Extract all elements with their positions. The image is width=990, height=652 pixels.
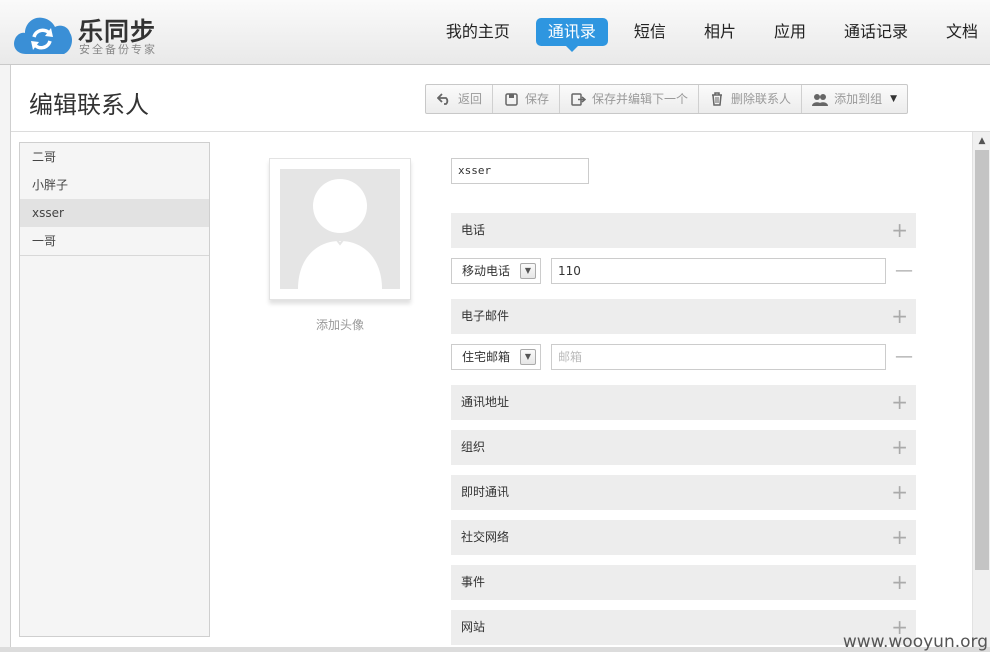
- email-input[interactable]: 邮箱: [551, 344, 886, 370]
- address-section-label: 通讯地址: [461, 395, 510, 409]
- im-section: 即时通讯 +: [451, 475, 916, 510]
- chevron-down-icon: ▼: [520, 349, 536, 365]
- phone-section: 电话 +: [451, 213, 916, 248]
- add-to-group-button[interactable]: 添加到组 ▼: [802, 85, 907, 113]
- chevron-down-icon: ▼: [520, 263, 536, 279]
- phone-input[interactable]: 110: [551, 258, 886, 284]
- delete-contact-button[interactable]: 删除联系人: [699, 85, 803, 113]
- main-nav: 我的主页 通讯录 短信 相片 应用 通话记录 文档: [420, 18, 990, 52]
- nav-apps[interactable]: 应用: [762, 18, 818, 46]
- nav-call-log[interactable]: 通话记录: [832, 18, 920, 46]
- im-section-label: 即时通讯: [461, 485, 510, 499]
- page-title: 编辑联系人: [29, 91, 149, 119]
- add-address-icon[interactable]: +: [891, 385, 908, 420]
- users-icon: [812, 91, 829, 107]
- event-section: 事件 +: [451, 565, 916, 600]
- scrollbar[interactable]: ▲: [972, 132, 990, 647]
- save-next-label: 保存并编辑下一个: [592, 92, 689, 106]
- back-button[interactable]: 返回: [426, 85, 494, 113]
- nav-home[interactable]: 我的主页: [434, 18, 522, 46]
- add-event-icon[interactable]: +: [891, 565, 908, 600]
- nav-photos[interactable]: 相片: [692, 18, 748, 46]
- phone-section-label: 电话: [461, 223, 486, 237]
- default-avatar-icon: [280, 169, 400, 289]
- add-organization-icon[interactable]: +: [891, 430, 908, 465]
- email-section-label: 电子邮件: [461, 309, 510, 323]
- logo[interactable]: 乐同步 安全备份专家: [0, 0, 170, 64]
- title-bar: 编辑联系人 返回 保存 保存并编辑下一个 删除联系人 添加到组 ▼: [11, 65, 990, 132]
- address-section: 通讯地址 +: [451, 385, 916, 420]
- organization-section-label: 组织: [461, 440, 486, 454]
- contact-list: 二哥 小胖子 xsser 一哥: [19, 142, 210, 637]
- nav-documents[interactable]: 文档: [934, 18, 990, 46]
- add-im-icon[interactable]: +: [891, 475, 908, 510]
- back-label: 返回: [458, 92, 483, 106]
- organization-section: 组织 +: [451, 430, 916, 465]
- nav-sms[interactable]: 短信: [622, 18, 678, 46]
- main-panel: 编辑联系人 返回 保存 保存并编辑下一个 删除联系人 添加到组 ▼ 二哥 小胖子…: [10, 65, 990, 647]
- social-section-label: 社交网络: [461, 530, 510, 544]
- add-phone-icon[interactable]: +: [891, 213, 908, 248]
- back-arrow-icon: [436, 91, 452, 107]
- event-section-label: 事件: [461, 575, 486, 589]
- top-header: 乐同步 安全备份专家 我的主页 通讯录 短信 相片 应用 通话记录 文档: [0, 0, 990, 65]
- add-to-group-label: 添加到组: [834, 92, 883, 106]
- bottom-border: [0, 647, 990, 652]
- contact-item[interactable]: 小胖子: [20, 171, 209, 199]
- add-avatar-link[interactable]: 添加头像: [269, 316, 411, 333]
- contact-item-selected[interactable]: xsser: [20, 199, 209, 227]
- avatar[interactable]: [269, 158, 411, 300]
- save-icon: [503, 91, 519, 107]
- save-and-next-button[interactable]: 保存并编辑下一个: [560, 85, 700, 113]
- contact-item[interactable]: 一哥: [20, 227, 209, 255]
- save-label: 保存: [525, 92, 550, 106]
- email-section: 电子邮件 +: [451, 299, 916, 334]
- nav-contacts[interactable]: 通讯录: [535, 18, 608, 52]
- phone-type-select[interactable]: 移动电话 ▼: [451, 258, 541, 284]
- scroll-up-icon[interactable]: ▲: [973, 136, 990, 146]
- brand-slogan: 安全备份专家: [79, 43, 157, 56]
- contact-item[interactable]: 二哥: [20, 143, 209, 171]
- email-type-select[interactable]: 住宅邮箱 ▼: [451, 344, 541, 370]
- watermark: www.wooyun.org: [842, 632, 988, 652]
- trash-icon: [709, 91, 725, 107]
- scrollbar-thumb[interactable]: [975, 150, 989, 570]
- website-section-label: 网站: [461, 620, 486, 634]
- social-section: 社交网络 +: [451, 520, 916, 555]
- save-next-icon: [570, 91, 586, 107]
- remove-email-icon[interactable]: —: [895, 346, 913, 367]
- cloud-sync-icon: [14, 17, 72, 54]
- toolbar: 返回 保存 保存并编辑下一个 删除联系人 添加到组 ▼: [425, 84, 908, 114]
- remove-phone-icon[interactable]: —: [895, 260, 913, 281]
- save-button[interactable]: 保存: [493, 85, 561, 113]
- add-social-icon[interactable]: +: [891, 520, 908, 555]
- caret-down-icon: ▼: [890, 94, 897, 104]
- email-type-value: 住宅邮箱: [462, 350, 511, 364]
- add-email-icon[interactable]: +: [891, 299, 908, 334]
- delete-label: 删除联系人: [731, 92, 792, 106]
- phone-type-value: 移动电话: [462, 264, 511, 278]
- name-field[interactable]: xsser: [451, 158, 589, 184]
